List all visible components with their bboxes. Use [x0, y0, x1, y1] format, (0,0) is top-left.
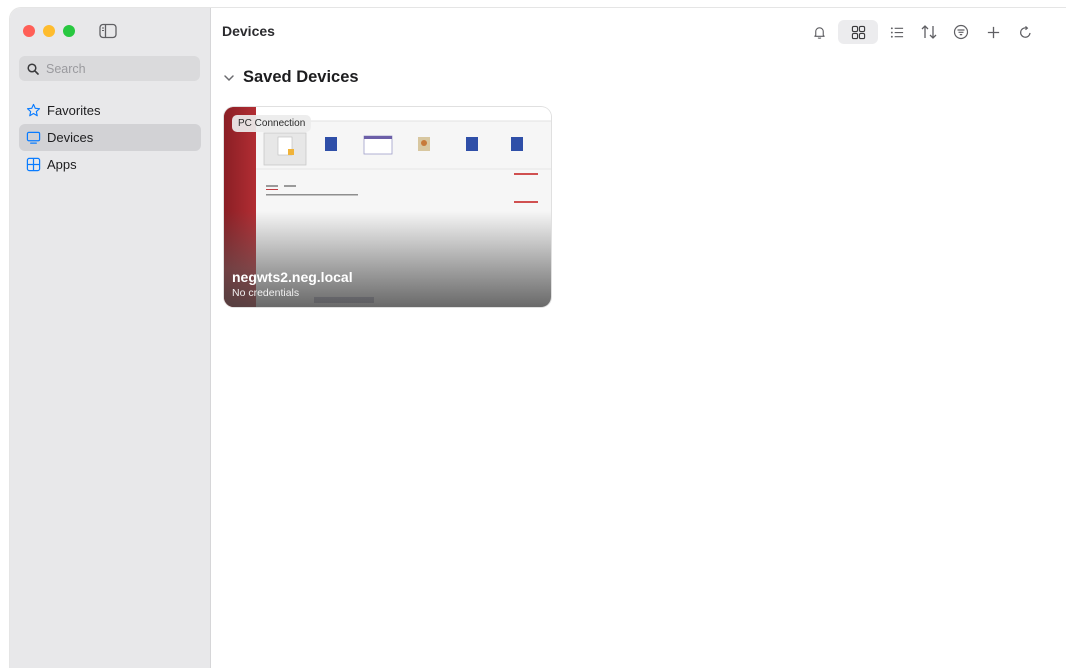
grid-view-button[interactable] — [838, 20, 878, 44]
refresh-button[interactable] — [1012, 20, 1038, 44]
filter-button[interactable] — [948, 20, 974, 44]
sidebar-item-favorites[interactable]: Favorites — [19, 97, 201, 124]
minimize-window-button[interactable] — [43, 25, 55, 37]
search-input[interactable] — [44, 60, 188, 77]
sort-icon — [921, 25, 937, 39]
star-icon — [25, 103, 41, 119]
bell-icon — [813, 26, 825, 39]
notifications-button[interactable] — [806, 20, 832, 44]
grid-view-icon — [851, 25, 865, 39]
close-window-button[interactable] — [23, 25, 35, 37]
sidebar-item-devices[interactable]: Devices — [19, 124, 201, 151]
plus-icon — [987, 26, 999, 38]
apps-grid-icon — [25, 157, 41, 173]
device-name: negwts2.neg.local — [232, 269, 353, 285]
list-view-icon — [890, 26, 904, 38]
connection-type-badge: PC Connection — [232, 115, 312, 132]
sidebar-nav: Favorites Devices Apps — [19, 97, 201, 178]
sidebar-toggle-icon[interactable] — [99, 23, 117, 39]
device-status: No credentials — [232, 287, 300, 299]
sidebar-item-apps[interactable]: Apps — [19, 151, 201, 178]
sidebar-item-label: Devices — [47, 130, 94, 145]
refresh-icon — [1019, 25, 1031, 38]
app-window: Favorites Devices Apps Devices — [10, 8, 1066, 668]
search-field[interactable] — [19, 56, 200, 81]
toolbar — [806, 20, 1044, 44]
list-view-button[interactable] — [884, 20, 910, 44]
sort-button[interactable] — [916, 20, 942, 44]
add-button[interactable] — [980, 20, 1006, 44]
zoom-window-button[interactable] — [63, 25, 75, 37]
window-controls — [23, 25, 75, 37]
device-card[interactable]: PC Connection negwts2.neg.local No crede… — [224, 107, 551, 307]
section-title: Saved Devices — [243, 68, 359, 86]
monitor-icon — [25, 130, 41, 146]
page-title: Devices — [222, 23, 275, 39]
sidebar-item-label: Apps — [47, 157, 77, 172]
filter-icon — [953, 24, 969, 40]
sidebar: Favorites Devices Apps — [10, 8, 211, 668]
section-header[interactable]: Saved Devices — [223, 68, 359, 87]
sidebar-item-label: Favorites — [47, 103, 101, 118]
main-content: Devices Saved Devices PC Connection negw… — [211, 8, 1066, 668]
search-icon — [27, 62, 39, 75]
chevron-down-icon[interactable] — [223, 72, 235, 84]
